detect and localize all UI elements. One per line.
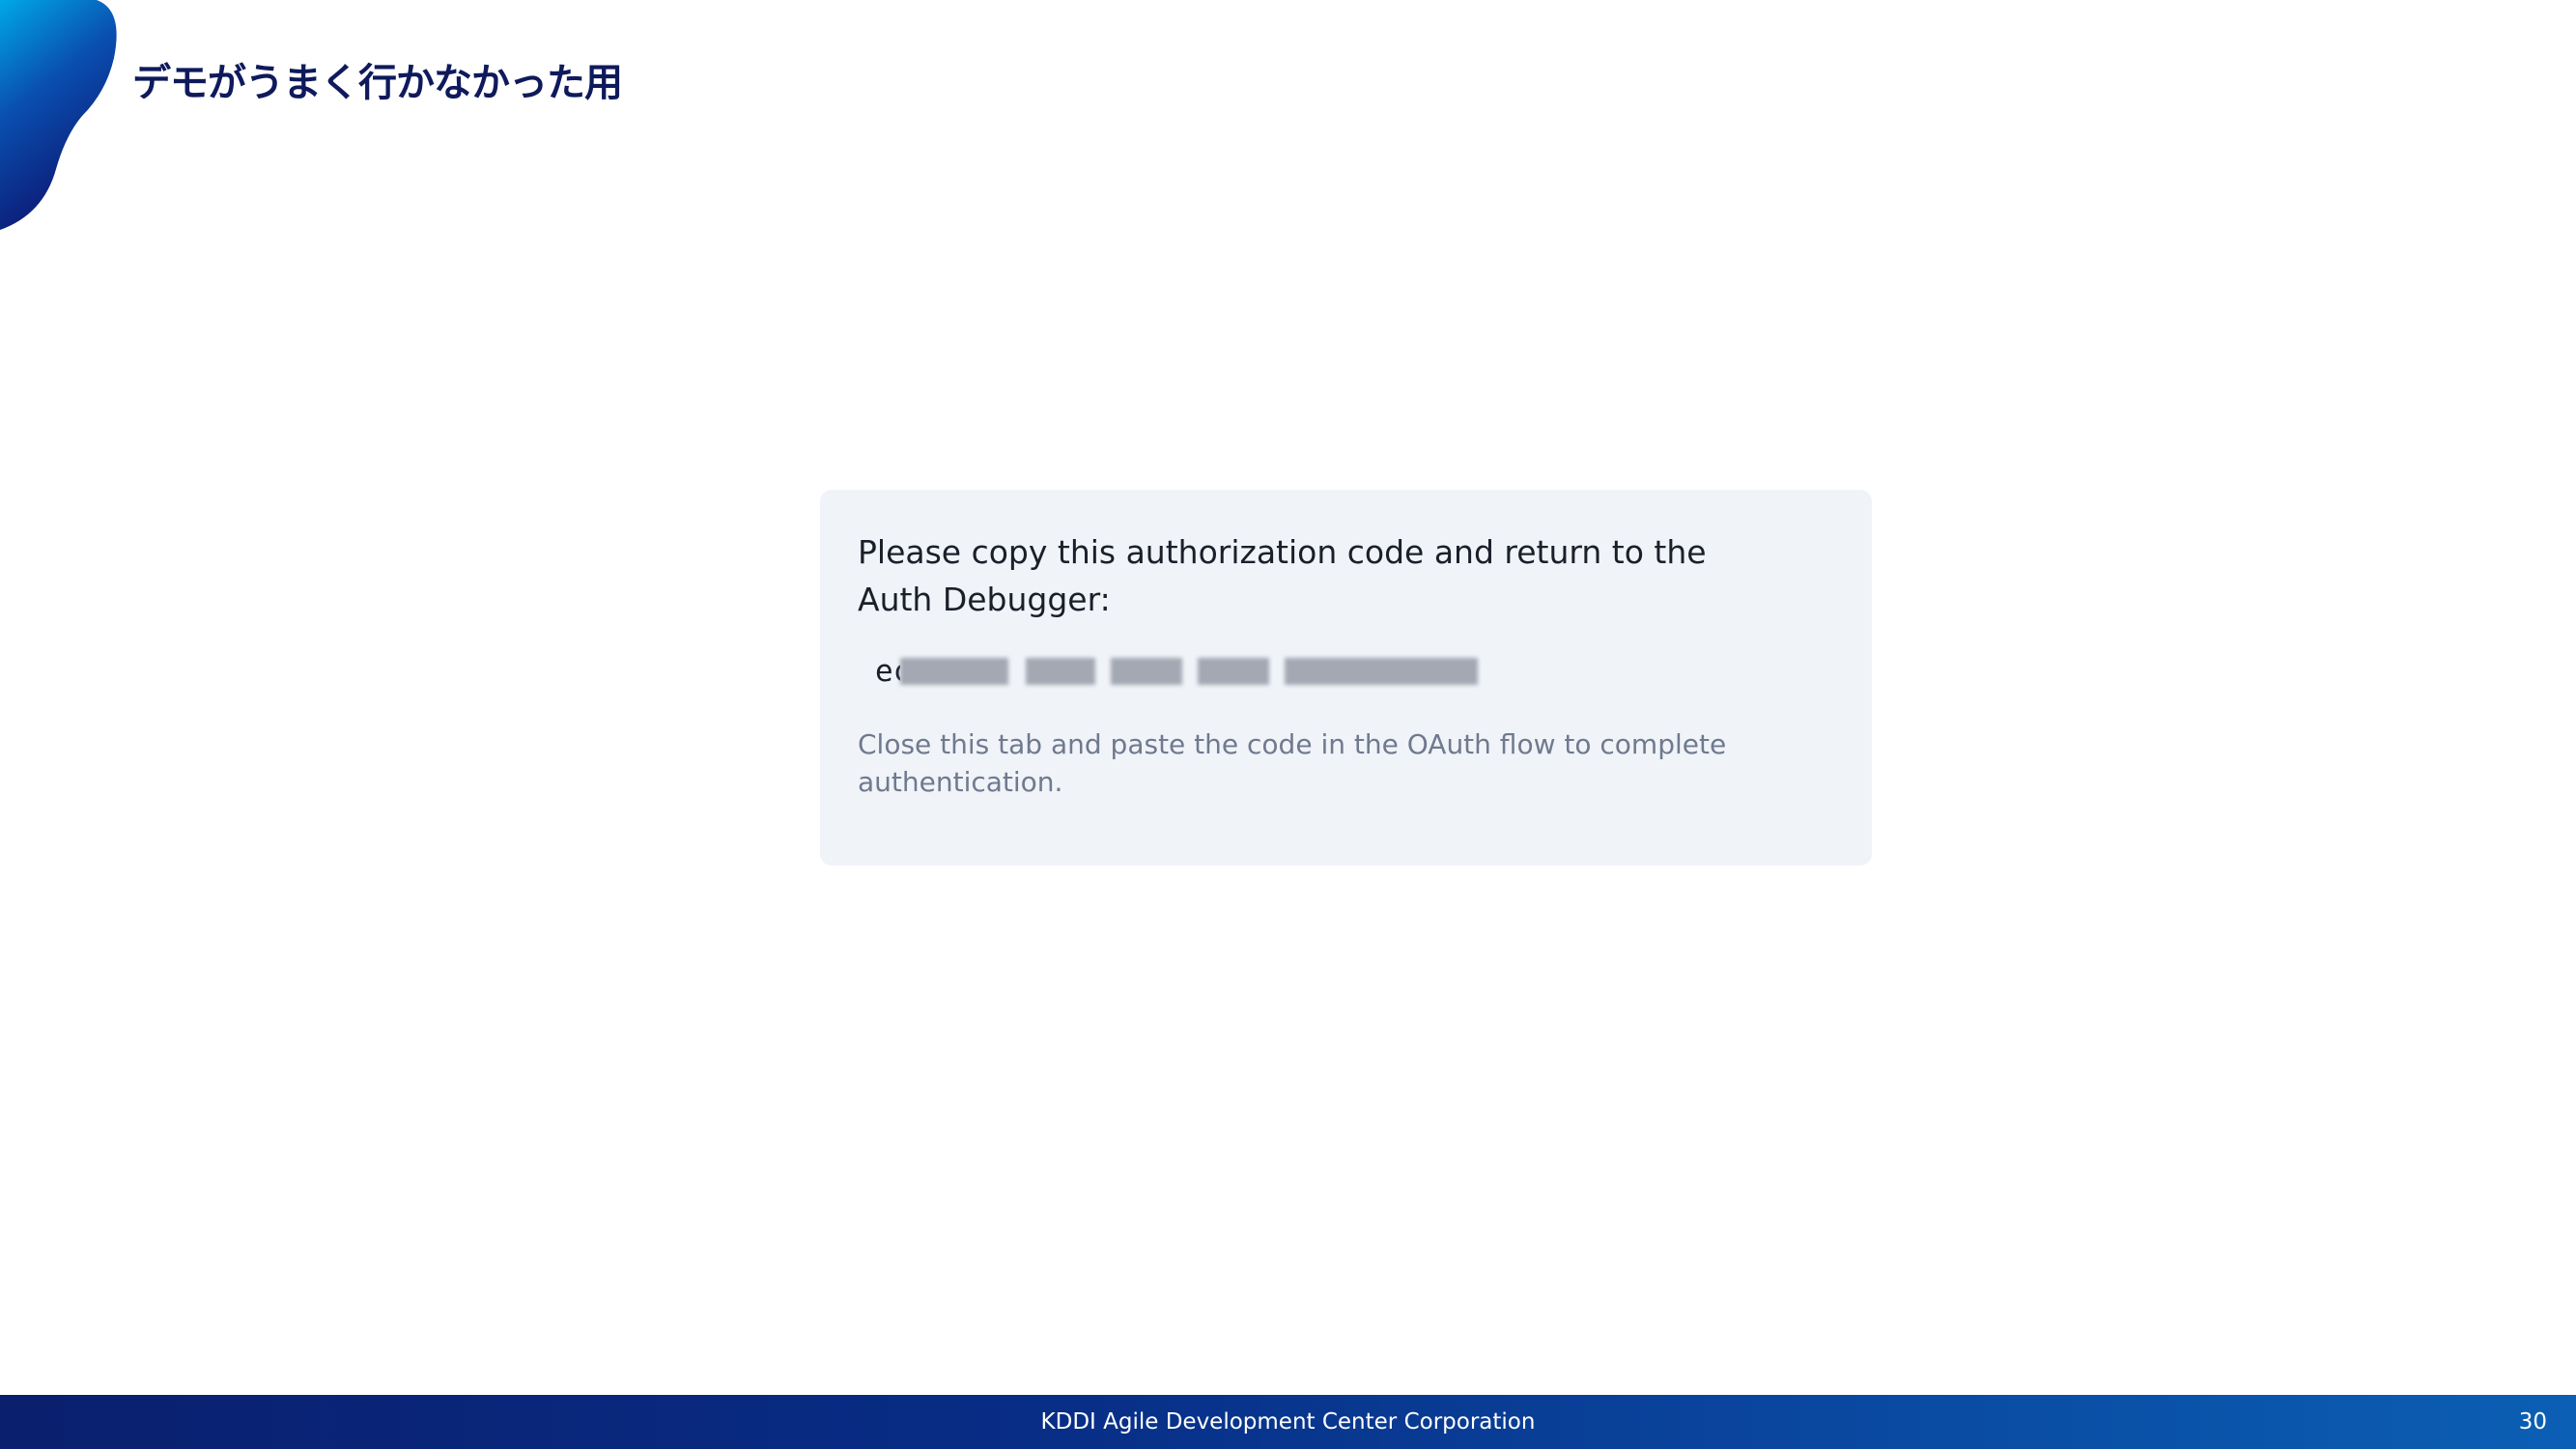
authorization-code-prefix: ec	[875, 654, 900, 689]
page-number: 30	[2518, 1409, 2547, 1435]
slide-title: デモがうまく行かなかった用	[132, 61, 623, 105]
authorization-code[interactable]: ec	[875, 646, 1834, 696]
brand-corner-shape	[0, 0, 117, 230]
authorization-code-panel: Please copy this authorization code and …	[820, 490, 1872, 866]
redacted-code-mosaic	[900, 652, 1499, 691]
footer-company-name: KDDI Agile Development Center Corporatio…	[1040, 1409, 1536, 1435]
auth-instruction-heading: Please copy this authorization code and …	[858, 533, 1707, 618]
footer-bar: KDDI Agile Development Center Corporatio…	[0, 1395, 2576, 1449]
auth-close-tab-note: Close this tab and paste the code in the…	[858, 728, 1727, 798]
